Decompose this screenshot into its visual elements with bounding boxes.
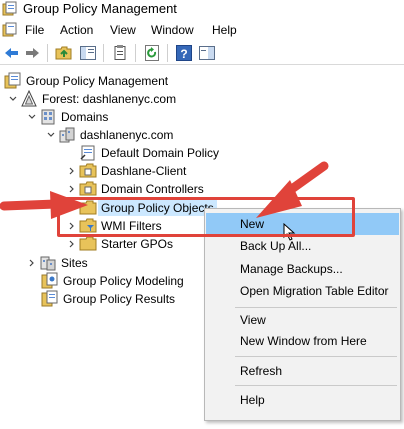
context-menu-new-window-from-here[interactable]: New Window from Here [206, 330, 399, 352]
chevron-right-icon[interactable] [67, 239, 77, 249]
context-menu-manage-backups[interactable]: Manage Backups... [206, 258, 399, 280]
menu-item-label: New Window from Here [240, 334, 367, 348]
tree-node-domain-controllers[interactable]: Domain Controllers [67, 180, 267, 198]
tree-label: Sites [61, 256, 88, 270]
window-title: Group Policy Management [23, 1, 177, 16]
gpo-link-icon [80, 145, 95, 161]
context-menu-back-up-all[interactable]: Back Up All... [206, 235, 399, 257]
annotation-arrow-right-icon [0, 191, 88, 219]
group-policy-app-icon [2, 1, 17, 16]
group-policy-management-icon [4, 72, 21, 89]
tree-node-dashlane-client[interactable]: Dashlane-Client [67, 162, 267, 180]
toolbar-separator [167, 44, 168, 62]
menu-file[interactable]: File [25, 23, 44, 37]
up-folder-icon[interactable] [55, 44, 73, 62]
tree-label: Default Domain Policy [101, 146, 220, 160]
tree-label: Group Policy Management [26, 74, 169, 88]
sites-icon [40, 256, 56, 271]
forward-arrow-icon[interactable] [23, 44, 41, 62]
chevron-down-icon[interactable] [27, 112, 37, 122]
modeling-icon [41, 272, 58, 289]
tree-label: Domain Controllers [101, 182, 204, 196]
back-arrow-icon[interactable] [3, 44, 21, 62]
folder-icon [79, 236, 97, 251]
chevron-down-icon[interactable] [46, 130, 56, 140]
annotation-arrow-down-left-icon [256, 161, 329, 218]
context-menu-open-migration-table-editor[interactable]: Open Migration Table Editor [206, 280, 399, 302]
toolbar-separator [103, 44, 104, 62]
forest-icon [21, 90, 37, 107]
context-menu-view[interactable]: View [206, 309, 399, 331]
tree-label: Dashlane-Client [101, 164, 187, 178]
context-menu-help[interactable]: Help [206, 389, 399, 411]
tree-node-group-policy-results[interactable]: Group Policy Results [29, 290, 229, 308]
menu-bar: File Action View Window Help [0, 20, 404, 40]
system-menu-icon[interactable] [2, 22, 18, 38]
menu-help[interactable]: Help [212, 23, 237, 37]
help-icon[interactable]: ? [175, 44, 193, 62]
domains-icon [41, 109, 55, 125]
tree-node-default-domain-policy[interactable]: Default Domain Policy [67, 144, 267, 162]
title-bar: Group Policy Management [0, 0, 404, 20]
tree-node-sites[interactable]: Sites [27, 254, 227, 272]
menu-action[interactable]: Action [60, 23, 93, 37]
chevron-right-icon[interactable] [67, 166, 77, 176]
tree-label: dashlanenyc.com [80, 128, 174, 142]
menu-separator [235, 307, 397, 308]
tree-node-domain[interactable]: dashlanenyc.com [46, 126, 246, 144]
tree-node-root[interactable]: Group Policy Management [4, 72, 204, 90]
menu-window[interactable]: Window [151, 23, 194, 37]
action-pane-icon[interactable] [198, 44, 216, 62]
menu-separator [235, 385, 397, 386]
context-menu-refresh[interactable]: Refresh [206, 360, 399, 382]
tree-node-group-policy-modeling[interactable]: Group Policy Modeling [29, 272, 229, 290]
toolbar: ? [0, 41, 404, 65]
tree-label: Domains [61, 110, 109, 124]
refresh-icon[interactable] [143, 44, 161, 62]
menu-item-label: Help [240, 393, 265, 407]
menu-item-label: Refresh [240, 364, 283, 378]
chevron-right-icon[interactable] [27, 258, 37, 268]
tree-label: Forest: dashlanenyc.com [42, 92, 177, 106]
toolbar-separator [135, 44, 136, 62]
domain-icon [59, 127, 75, 143]
show-hide-tree-icon[interactable] [79, 44, 97, 62]
menu-view[interactable]: View [110, 23, 136, 37]
tree-node-domains[interactable]: Domains [27, 108, 227, 126]
tree-label: Group Policy Modeling [63, 274, 184, 288]
svg-text:?: ? [180, 47, 187, 61]
organizational-unit-icon [79, 163, 97, 178]
tree-label: Group Policy Results [63, 292, 176, 306]
results-icon [41, 290, 58, 307]
chevron-down-icon[interactable] [8, 94, 18, 104]
tree-node-forest[interactable]: Forest: dashlanenyc.com [8, 90, 208, 108]
properties-icon[interactable] [111, 44, 129, 62]
menu-item-label: View [240, 313, 266, 327]
menu-separator [235, 356, 397, 357]
tree-label: Starter GPOs [101, 237, 174, 251]
menu-item-label: Open Migration Table Editor [240, 284, 389, 298]
context-menu: New Back Up All... Manage Backups... Ope… [204, 208, 401, 421]
toolbar-separator [47, 44, 48, 62]
menu-item-label: Manage Backups... [240, 262, 343, 276]
menu-item-label: Back Up All... [240, 239, 312, 253]
